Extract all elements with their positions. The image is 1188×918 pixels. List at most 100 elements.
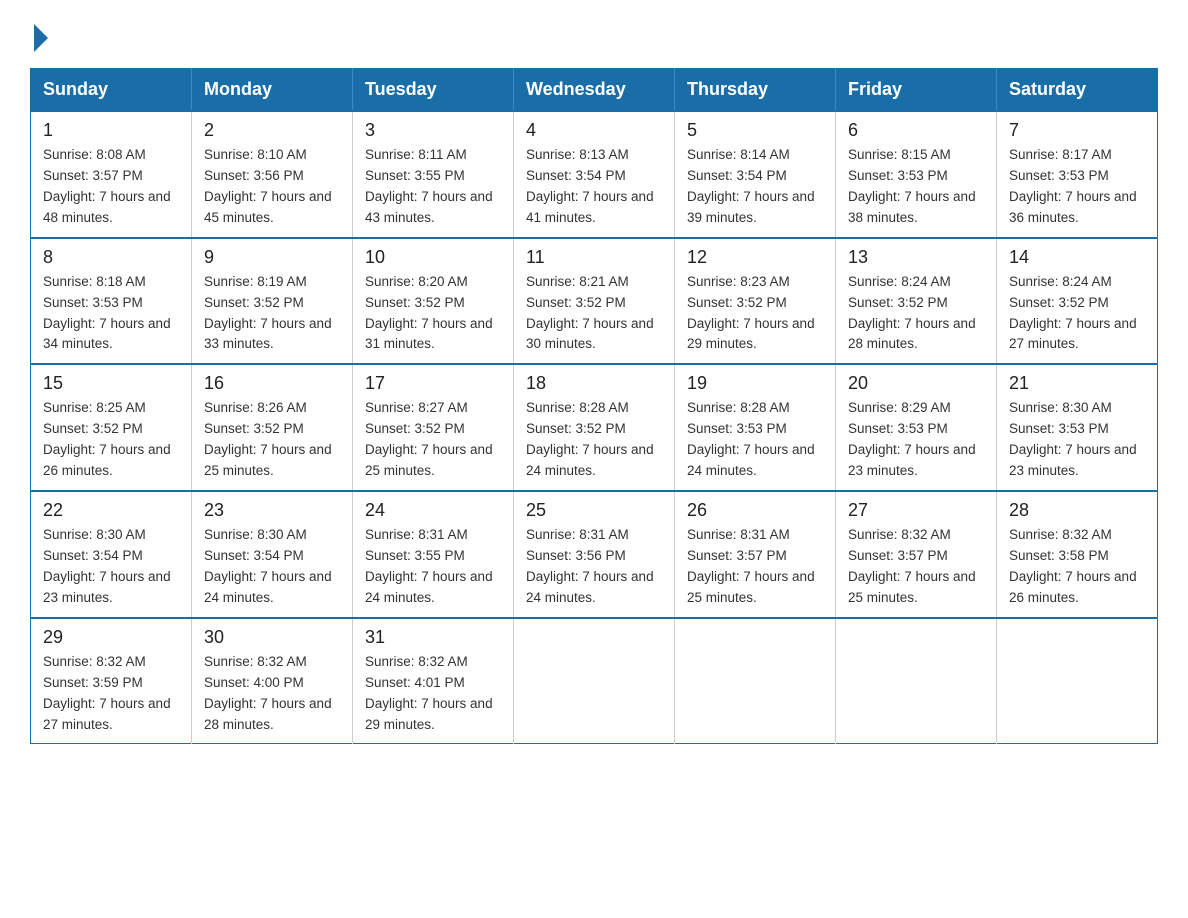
day-of-week-header: Friday bbox=[836, 69, 997, 112]
calendar-day-cell: 26 Sunrise: 8:31 AMSunset: 3:57 PMDaylig… bbox=[675, 491, 836, 618]
day-info: Sunrise: 8:27 AMSunset: 3:52 PMDaylight:… bbox=[365, 398, 501, 482]
calendar-day-cell: 12 Sunrise: 8:23 AMSunset: 3:52 PMDaylig… bbox=[675, 238, 836, 365]
day-of-week-header: Thursday bbox=[675, 69, 836, 112]
calendar-day-cell: 28 Sunrise: 8:32 AMSunset: 3:58 PMDaylig… bbox=[997, 491, 1158, 618]
calendar-day-cell: 24 Sunrise: 8:31 AMSunset: 3:55 PMDaylig… bbox=[353, 491, 514, 618]
calendar-day-cell: 7 Sunrise: 8:17 AMSunset: 3:53 PMDayligh… bbox=[997, 111, 1158, 238]
day-number: 26 bbox=[687, 500, 823, 521]
day-number: 5 bbox=[687, 120, 823, 141]
day-number: 2 bbox=[204, 120, 340, 141]
day-number: 18 bbox=[526, 373, 662, 394]
day-number: 19 bbox=[687, 373, 823, 394]
day-info: Sunrise: 8:14 AMSunset: 3:54 PMDaylight:… bbox=[687, 145, 823, 229]
day-number: 12 bbox=[687, 247, 823, 268]
day-info: Sunrise: 8:18 AMSunset: 3:53 PMDaylight:… bbox=[43, 272, 179, 356]
day-info: Sunrise: 8:21 AMSunset: 3:52 PMDaylight:… bbox=[526, 272, 662, 356]
day-number: 11 bbox=[526, 247, 662, 268]
day-number: 14 bbox=[1009, 247, 1145, 268]
calendar-day-cell: 25 Sunrise: 8:31 AMSunset: 3:56 PMDaylig… bbox=[514, 491, 675, 618]
day-info: Sunrise: 8:20 AMSunset: 3:52 PMDaylight:… bbox=[365, 272, 501, 356]
day-number: 13 bbox=[848, 247, 984, 268]
day-number: 7 bbox=[1009, 120, 1145, 141]
day-of-week-header: Saturday bbox=[997, 69, 1158, 112]
day-number: 27 bbox=[848, 500, 984, 521]
day-number: 16 bbox=[204, 373, 340, 394]
calendar-header-row: SundayMondayTuesdayWednesdayThursdayFrid… bbox=[31, 69, 1158, 112]
day-info: Sunrise: 8:31 AMSunset: 3:55 PMDaylight:… bbox=[365, 525, 501, 609]
calendar-day-cell: 30 Sunrise: 8:32 AMSunset: 4:00 PMDaylig… bbox=[192, 618, 353, 744]
day-number: 28 bbox=[1009, 500, 1145, 521]
calendar-day-cell: 11 Sunrise: 8:21 AMSunset: 3:52 PMDaylig… bbox=[514, 238, 675, 365]
day-info: Sunrise: 8:10 AMSunset: 3:56 PMDaylight:… bbox=[204, 145, 340, 229]
day-info: Sunrise: 8:23 AMSunset: 3:52 PMDaylight:… bbox=[687, 272, 823, 356]
day-info: Sunrise: 8:32 AMSunset: 4:00 PMDaylight:… bbox=[204, 652, 340, 736]
calendar-day-cell: 29 Sunrise: 8:32 AMSunset: 3:59 PMDaylig… bbox=[31, 618, 192, 744]
day-number: 29 bbox=[43, 627, 179, 648]
day-number: 23 bbox=[204, 500, 340, 521]
logo bbox=[30, 20, 48, 48]
day-number: 6 bbox=[848, 120, 984, 141]
calendar-week-row: 8 Sunrise: 8:18 AMSunset: 3:53 PMDayligh… bbox=[31, 238, 1158, 365]
calendar-day-cell: 14 Sunrise: 8:24 AMSunset: 3:52 PMDaylig… bbox=[997, 238, 1158, 365]
calendar-day-cell: 13 Sunrise: 8:24 AMSunset: 3:52 PMDaylig… bbox=[836, 238, 997, 365]
calendar-day-cell: 15 Sunrise: 8:25 AMSunset: 3:52 PMDaylig… bbox=[31, 364, 192, 491]
day-info: Sunrise: 8:26 AMSunset: 3:52 PMDaylight:… bbox=[204, 398, 340, 482]
calendar-day-cell: 6 Sunrise: 8:15 AMSunset: 3:53 PMDayligh… bbox=[836, 111, 997, 238]
page-header bbox=[30, 20, 1158, 48]
day-info: Sunrise: 8:25 AMSunset: 3:52 PMDaylight:… bbox=[43, 398, 179, 482]
day-info: Sunrise: 8:17 AMSunset: 3:53 PMDaylight:… bbox=[1009, 145, 1145, 229]
day-info: Sunrise: 8:32 AMSunset: 4:01 PMDaylight:… bbox=[365, 652, 501, 736]
calendar-day-cell: 21 Sunrise: 8:30 AMSunset: 3:53 PMDaylig… bbox=[997, 364, 1158, 491]
day-number: 4 bbox=[526, 120, 662, 141]
calendar-day-cell bbox=[514, 618, 675, 744]
day-number: 17 bbox=[365, 373, 501, 394]
day-info: Sunrise: 8:30 AMSunset: 3:54 PMDaylight:… bbox=[204, 525, 340, 609]
day-number: 15 bbox=[43, 373, 179, 394]
day-info: Sunrise: 8:31 AMSunset: 3:57 PMDaylight:… bbox=[687, 525, 823, 609]
day-number: 21 bbox=[1009, 373, 1145, 394]
calendar-day-cell: 10 Sunrise: 8:20 AMSunset: 3:52 PMDaylig… bbox=[353, 238, 514, 365]
calendar-day-cell: 2 Sunrise: 8:10 AMSunset: 3:56 PMDayligh… bbox=[192, 111, 353, 238]
calendar-day-cell: 20 Sunrise: 8:29 AMSunset: 3:53 PMDaylig… bbox=[836, 364, 997, 491]
calendar-day-cell: 27 Sunrise: 8:32 AMSunset: 3:57 PMDaylig… bbox=[836, 491, 997, 618]
calendar-day-cell: 1 Sunrise: 8:08 AMSunset: 3:57 PMDayligh… bbox=[31, 111, 192, 238]
calendar-day-cell: 23 Sunrise: 8:30 AMSunset: 3:54 PMDaylig… bbox=[192, 491, 353, 618]
logo-arrow-icon bbox=[34, 24, 48, 52]
day-number: 8 bbox=[43, 247, 179, 268]
day-number: 1 bbox=[43, 120, 179, 141]
calendar-table: SundayMondayTuesdayWednesdayThursdayFrid… bbox=[30, 68, 1158, 744]
day-of-week-header: Tuesday bbox=[353, 69, 514, 112]
calendar-day-cell: 19 Sunrise: 8:28 AMSunset: 3:53 PMDaylig… bbox=[675, 364, 836, 491]
day-info: Sunrise: 8:31 AMSunset: 3:56 PMDaylight:… bbox=[526, 525, 662, 609]
day-number: 3 bbox=[365, 120, 501, 141]
calendar-day-cell: 31 Sunrise: 8:32 AMSunset: 4:01 PMDaylig… bbox=[353, 618, 514, 744]
calendar-week-row: 1 Sunrise: 8:08 AMSunset: 3:57 PMDayligh… bbox=[31, 111, 1158, 238]
day-info: Sunrise: 8:19 AMSunset: 3:52 PMDaylight:… bbox=[204, 272, 340, 356]
day-number: 20 bbox=[848, 373, 984, 394]
day-of-week-header: Monday bbox=[192, 69, 353, 112]
day-info: Sunrise: 8:24 AMSunset: 3:52 PMDaylight:… bbox=[848, 272, 984, 356]
calendar-day-cell: 3 Sunrise: 8:11 AMSunset: 3:55 PMDayligh… bbox=[353, 111, 514, 238]
day-info: Sunrise: 8:15 AMSunset: 3:53 PMDaylight:… bbox=[848, 145, 984, 229]
day-number: 31 bbox=[365, 627, 501, 648]
day-info: Sunrise: 8:08 AMSunset: 3:57 PMDaylight:… bbox=[43, 145, 179, 229]
day-info: Sunrise: 8:28 AMSunset: 3:52 PMDaylight:… bbox=[526, 398, 662, 482]
day-info: Sunrise: 8:24 AMSunset: 3:52 PMDaylight:… bbox=[1009, 272, 1145, 356]
calendar-day-cell: 9 Sunrise: 8:19 AMSunset: 3:52 PMDayligh… bbox=[192, 238, 353, 365]
calendar-day-cell: 18 Sunrise: 8:28 AMSunset: 3:52 PMDaylig… bbox=[514, 364, 675, 491]
day-of-week-header: Sunday bbox=[31, 69, 192, 112]
day-number: 30 bbox=[204, 627, 340, 648]
calendar-week-row: 22 Sunrise: 8:30 AMSunset: 3:54 PMDaylig… bbox=[31, 491, 1158, 618]
day-number: 24 bbox=[365, 500, 501, 521]
calendar-week-row: 15 Sunrise: 8:25 AMSunset: 3:52 PMDaylig… bbox=[31, 364, 1158, 491]
day-of-week-header: Wednesday bbox=[514, 69, 675, 112]
calendar-day-cell: 4 Sunrise: 8:13 AMSunset: 3:54 PMDayligh… bbox=[514, 111, 675, 238]
calendar-day-cell bbox=[675, 618, 836, 744]
day-info: Sunrise: 8:13 AMSunset: 3:54 PMDaylight:… bbox=[526, 145, 662, 229]
day-number: 22 bbox=[43, 500, 179, 521]
calendar-day-cell: 22 Sunrise: 8:30 AMSunset: 3:54 PMDaylig… bbox=[31, 491, 192, 618]
calendar-day-cell: 5 Sunrise: 8:14 AMSunset: 3:54 PMDayligh… bbox=[675, 111, 836, 238]
day-info: Sunrise: 8:32 AMSunset: 3:59 PMDaylight:… bbox=[43, 652, 179, 736]
calendar-week-row: 29 Sunrise: 8:32 AMSunset: 3:59 PMDaylig… bbox=[31, 618, 1158, 744]
day-number: 10 bbox=[365, 247, 501, 268]
